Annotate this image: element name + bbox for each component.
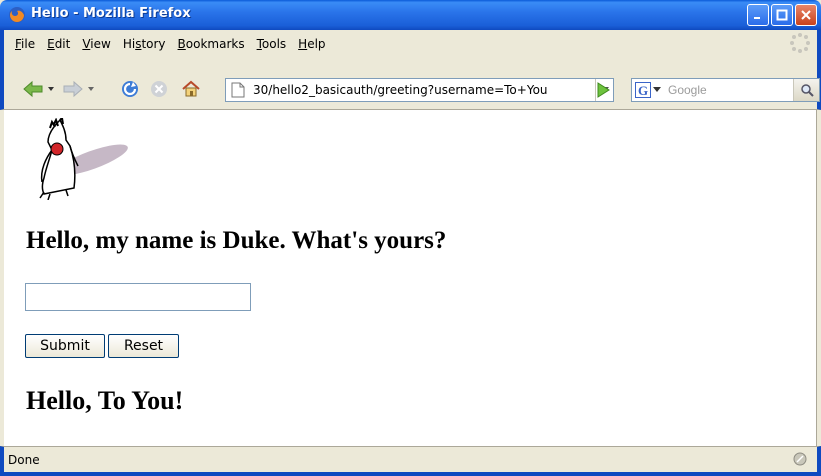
response-heading: Hello, To You!	[26, 386, 184, 415]
google-icon: G	[635, 82, 651, 98]
throbber-icon	[790, 33, 810, 53]
menu-bookmarks[interactable]: Bookmarks	[172, 35, 251, 53]
back-button[interactable]	[22, 78, 56, 100]
firefox-icon	[9, 7, 25, 23]
reload-button[interactable]	[120, 78, 140, 100]
close-icon	[801, 10, 811, 20]
menu-history[interactable]: History	[117, 35, 172, 53]
minimize-button[interactable]	[747, 4, 769, 26]
page-content: Hello, my name is Duke. What's yours? Su…	[4, 110, 817, 446]
menu-bar: File Edit View History Bookmarks Tools H…	[0, 30, 821, 72]
status-text: Done	[8, 453, 40, 467]
stop-icon	[151, 81, 167, 97]
browser-window: Hello - Mozilla Firefox File Edit View H…	[0, 0, 821, 476]
stop-button[interactable]	[149, 78, 169, 100]
search-placeholder[interactable]: Google	[668, 83, 707, 97]
window-title: Hello - Mozilla Firefox	[31, 6, 191, 21]
search-button[interactable]	[793, 79, 819, 101]
submit-button[interactable]: Submit	[25, 334, 105, 358]
page-icon	[231, 82, 245, 98]
status-bar: Done	[0, 446, 821, 476]
menu-help[interactable]: Help	[292, 35, 331, 53]
home-button[interactable]	[181, 78, 201, 100]
navigation-toolbar: 30/hello2_basicauth/greeting?username=To…	[0, 72, 821, 110]
back-icon	[23, 80, 54, 98]
url-text[interactable]: 30/hello2_basicauth/greeting?username=To…	[253, 83, 573, 97]
minimize-icon	[754, 17, 760, 19]
close-button[interactable]	[795, 4, 817, 26]
duke-mascot-image	[39, 118, 128, 200]
username-input[interactable]	[25, 283, 251, 311]
go-button[interactable]	[595, 81, 611, 102]
search-bar[interactable]: G Google	[631, 78, 820, 102]
menu-edit[interactable]: Edit	[41, 35, 76, 53]
menu-view[interactable]: View	[76, 35, 116, 53]
reload-icon	[122, 81, 138, 97]
search-engine-selector[interactable]: G	[632, 79, 664, 101]
menu-file[interactable]: File	[9, 35, 41, 53]
search-icon	[800, 84, 814, 97]
forward-button[interactable]	[60, 78, 96, 100]
reset-button[interactable]: Reset	[108, 334, 179, 358]
maximize-button[interactable]	[771, 4, 793, 26]
greeting-heading: Hello, my name is Duke. What's yours?	[26, 227, 447, 254]
title-bar[interactable]: Hello - Mozilla Firefox	[0, 0, 821, 30]
maximize-icon	[776, 9, 788, 21]
security-status-icon[interactable]	[793, 452, 807, 466]
url-bar[interactable]: 30/hello2_basicauth/greeting?username=To…	[225, 78, 614, 102]
chevron-down-icon	[653, 87, 661, 92]
go-icon	[597, 82, 610, 98]
menu-tools[interactable]: Tools	[251, 35, 293, 53]
home-icon	[182, 80, 200, 97]
forward-icon	[63, 80, 94, 98]
svg-text:G: G	[638, 83, 648, 98]
